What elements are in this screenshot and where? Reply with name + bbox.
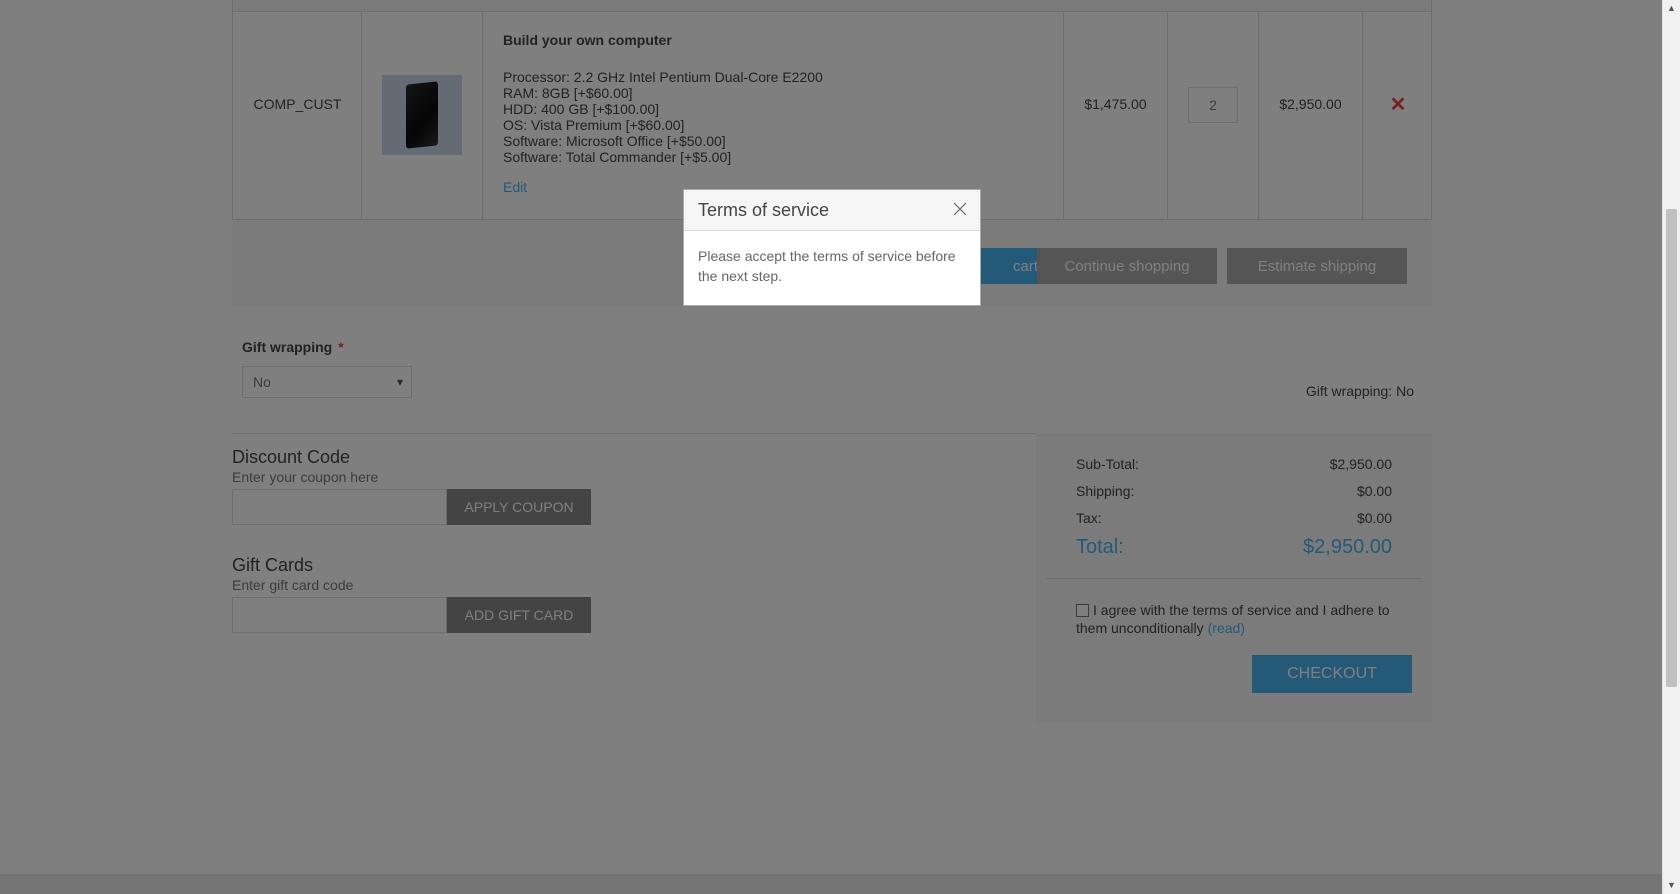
dialog-header: Terms of service [684, 190, 980, 231]
terms-of-service-dialog: Terms of service Please accept the terms… [683, 189, 981, 306]
scroll-down-icon[interactable]: ▼ [1663, 877, 1680, 894]
scroll-up-icon[interactable]: ▲ [1663, 0, 1680, 17]
scrollbar-thumb[interactable] [1666, 209, 1677, 687]
modal-overlay[interactable] [0, 0, 1662, 894]
dialog-message: Please accept the terms of service befor… [698, 248, 956, 284]
close-icon[interactable] [952, 201, 968, 217]
vertical-scrollbar[interactable]: ▲ ▼ [1662, 0, 1680, 894]
dialog-title: Terms of service [698, 200, 830, 220]
